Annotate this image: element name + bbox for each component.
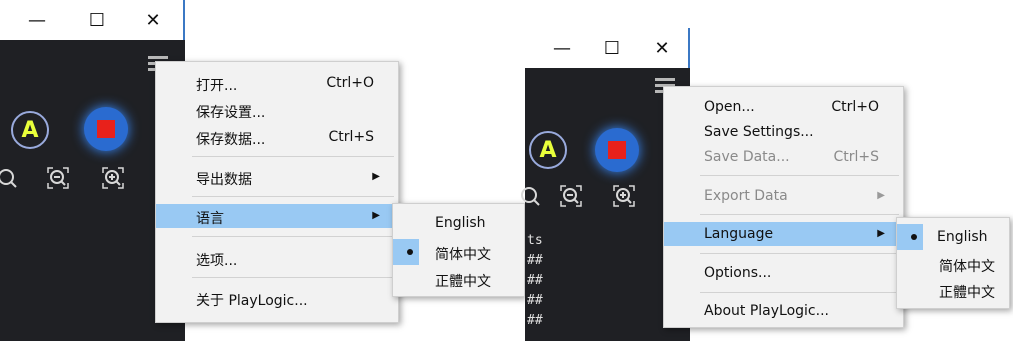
menu-item-open[interactable]: 打开... Ctrl+O	[156, 71, 398, 95]
minimize-button[interactable]: —	[539, 28, 585, 68]
zoom-fit-icon[interactable]	[517, 183, 543, 209]
menu-separator	[192, 156, 394, 157]
maximize-button[interactable]: ☐	[589, 28, 635, 68]
menu-item-about[interactable]: 关于 PlayLogic...	[156, 286, 398, 310]
maximize-button[interactable]: ☐	[74, 0, 120, 40]
menu-item-save-data[interactable]: 保存数据... Ctrl+S	[156, 125, 398, 149]
menu-item-open[interactable]: Open... Ctrl+O	[664, 95, 903, 119]
menu-item-save-data[interactable]: Save Data... Ctrl+S	[664, 145, 903, 169]
language-option-traditional-chinese[interactable]: 正體中文	[393, 266, 524, 292]
zoom-out-icon[interactable]	[558, 183, 584, 209]
selected-bullet-icon	[911, 234, 917, 240]
menu-separator	[192, 236, 394, 237]
menu-separator	[192, 277, 394, 278]
title-bar: — ☐ ✕	[525, 28, 690, 68]
zoom-out-icon[interactable]	[45, 165, 71, 191]
console-text: ##	[527, 273, 543, 288]
console-text: ##	[527, 313, 543, 328]
title-bar: — ☐ ✕	[0, 0, 185, 40]
zoom-in-icon[interactable]	[611, 183, 637, 209]
close-button[interactable]: ✕	[639, 28, 685, 68]
minimize-button[interactable]: —	[14, 0, 60, 40]
record-button[interactable]	[595, 128, 639, 172]
menu-separator	[192, 196, 394, 197]
menu-separator	[700, 175, 899, 176]
menu-item-language[interactable]: 语言 ▶	[156, 204, 398, 228]
zoom-fit-icon[interactable]	[0, 165, 20, 191]
language-option-simplified-chinese-label[interactable]: 简体中文	[419, 239, 524, 265]
menu-separator	[700, 253, 899, 254]
language-option-english[interactable]: English	[393, 210, 524, 236]
selected-bullet-icon	[407, 249, 413, 255]
context-menu: Open... Ctrl+O Save Settings... Save Data…	[663, 86, 904, 328]
console-text: ts	[527, 233, 543, 248]
language-option-simplified-chinese[interactable]: 简体中文	[897, 251, 1009, 277]
menu-item-export-data[interactable]: 导出数据 ▶	[156, 165, 398, 189]
console-text: ##	[527, 253, 543, 268]
language-submenu: English 简体中文 正體中文	[896, 217, 1010, 309]
language-submenu: English 简体中文 正體中文	[392, 203, 525, 297]
zoom-in-icon[interactable]	[100, 165, 126, 191]
menu-item-about[interactable]: About PlayLogic...	[664, 299, 903, 323]
context-menu: 打开... Ctrl+O 保存设置... 保存数据... Ctrl+S 导出数据 ▶ …	[155, 61, 399, 323]
menu-item-save-settings[interactable]: Save Settings...	[664, 120, 903, 144]
menu-item-export-data[interactable]: Export Data ▶	[664, 184, 903, 208]
auto-mode-icon[interactable]: A	[529, 131, 567, 169]
language-option-english[interactable]: English	[923, 224, 1009, 250]
menu-separator	[700, 292, 899, 293]
menu-separator	[700, 214, 899, 215]
close-button[interactable]: ✕	[130, 0, 176, 40]
menu-item-options[interactable]: Options...	[664, 261, 903, 285]
language-option-english-marker[interactable]	[897, 224, 923, 250]
record-button[interactable]	[84, 107, 128, 151]
console-text: ##	[527, 293, 543, 308]
menu-item-language[interactable]: Language ▶	[664, 222, 903, 246]
menu-item-save-settings[interactable]: 保存设置...	[156, 98, 398, 122]
language-option-simplified-chinese[interactable]	[393, 239, 419, 265]
auto-mode-icon[interactable]: A	[11, 111, 49, 149]
language-option-traditional-chinese[interactable]: 正體中文	[897, 277, 1009, 303]
menu-item-options[interactable]: 选项...	[156, 246, 398, 270]
